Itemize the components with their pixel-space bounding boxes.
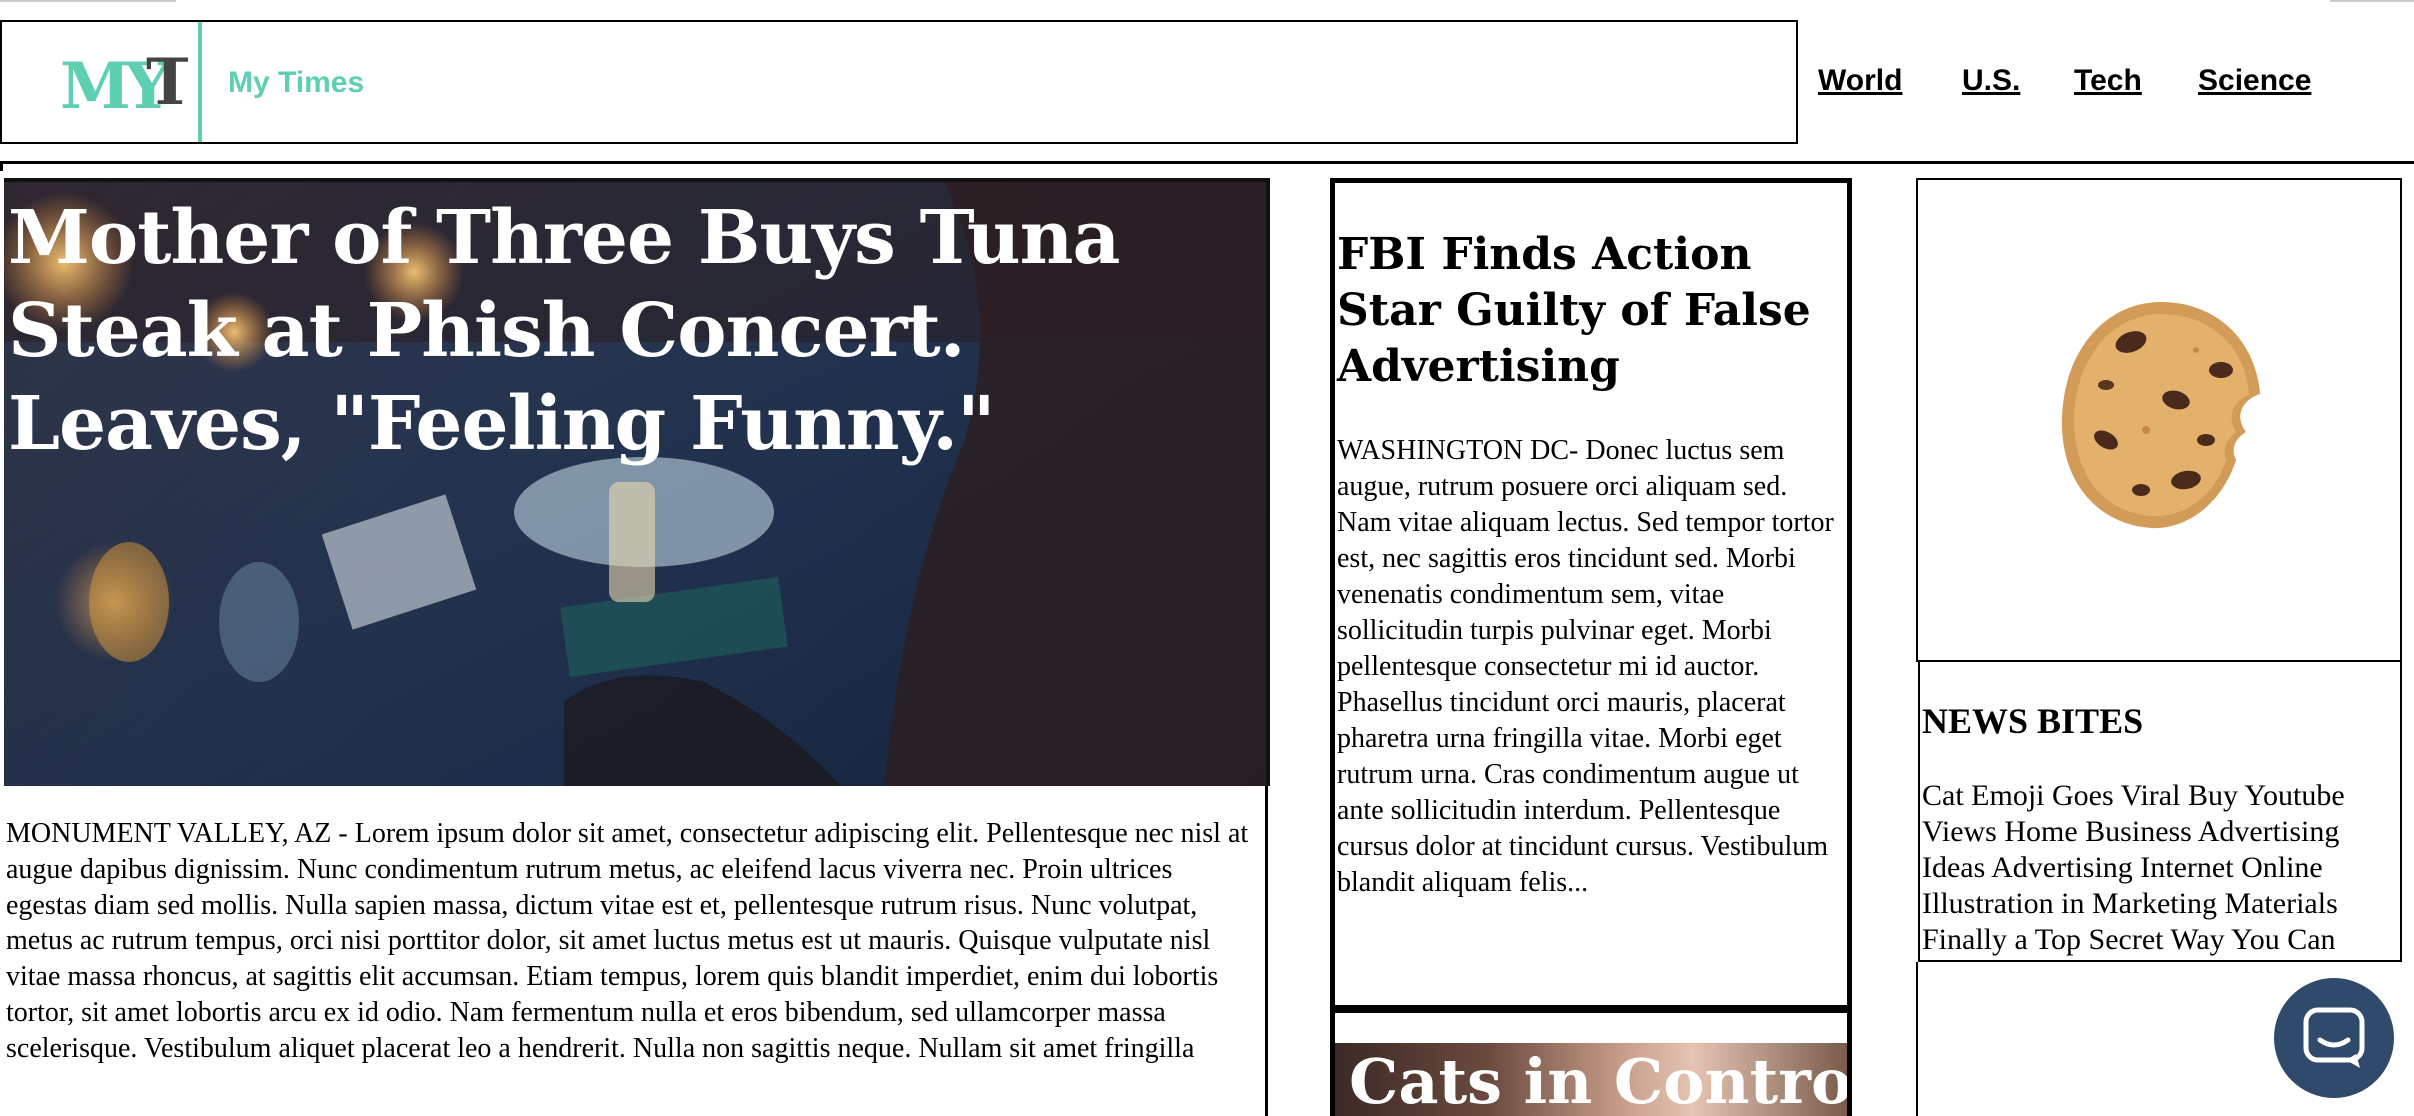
news-bites-title: NEWS BITES xyxy=(1922,701,2144,741)
side-story-2: Cats in Control- xyxy=(1330,1010,1852,1116)
main-story-hero-image[interactable]: Mother of Three Buys Tuna Steak at Phish… xyxy=(4,178,1270,786)
cookie-icon xyxy=(2061,302,2260,529)
advertisement-box[interactable] xyxy=(1916,178,2402,662)
nav-world[interactable]: World xyxy=(1818,64,1902,98)
news-bites-text[interactable]: Cat Emoji Goes Viral Buy Youtube Views H… xyxy=(1922,778,2400,958)
nav-us[interactable]: U.S. xyxy=(1962,64,2020,98)
side-story-2-image[interactable]: Cats in Control- xyxy=(1335,1043,1847,1116)
news-bites: NEWS BITES Cat Emoji Goes Viral Buy Yout… xyxy=(1918,660,2402,962)
main-story-headline[interactable]: Mother of Three Buys Tuna Steak at Phish… xyxy=(8,192,1208,471)
main-story: Mother of Three Buys Tuna Steak at Phish… xyxy=(4,178,1270,1116)
top-rule-left xyxy=(0,0,176,2)
nav-science[interactable]: Science xyxy=(2198,64,2311,98)
main-story-body: MONUMENT VALLEY, AZ - Lorem ipsum dolor … xyxy=(6,818,1249,1064)
side-story-body: WASHINGTON DC- Donec luctus sem augue, r… xyxy=(1337,435,1834,898)
right-column-border xyxy=(1916,962,1918,1116)
chat-bubble-icon xyxy=(2303,1007,2365,1068)
nav-tech[interactable]: Tech xyxy=(2074,64,2142,98)
top-rule-right xyxy=(2330,0,2414,2)
side-story-headline[interactable]: FBI Finds Action Star Guilty of False Ad… xyxy=(1337,227,1837,395)
header-divider xyxy=(0,161,2414,164)
chat-button[interactable] xyxy=(2274,978,2394,1098)
header-divider-cap xyxy=(0,161,3,171)
side-story-2-headline[interactable]: Cats in Control- xyxy=(1349,1045,1847,1116)
main-nav: World U.S. Tech Science xyxy=(0,64,2414,104)
side-story: FBI Finds Action Star Guilty of False Ad… xyxy=(1330,178,1852,1010)
